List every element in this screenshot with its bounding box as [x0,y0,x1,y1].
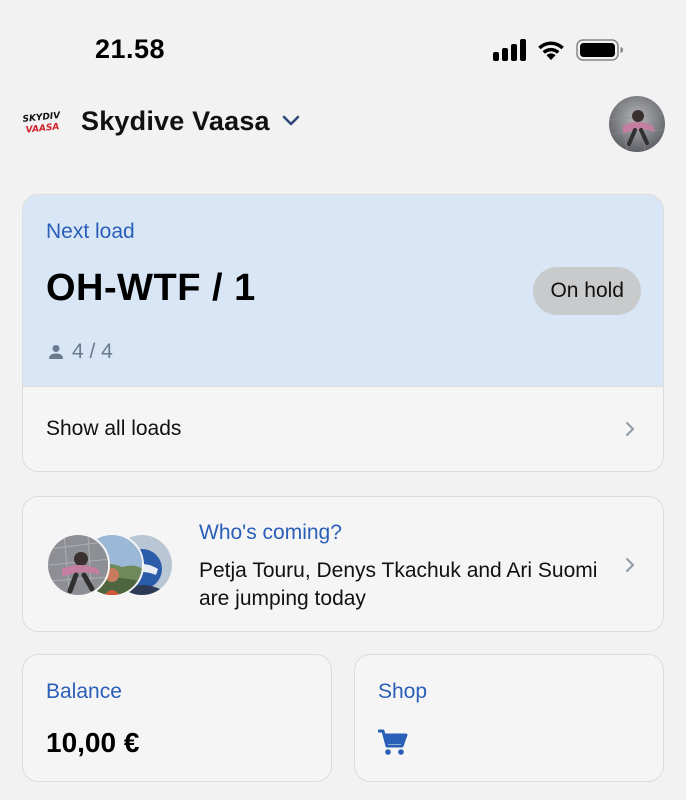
load-capacity: 4 / 4 [48,340,113,364]
chevron-right-icon [626,422,634,436]
next-load-card[interactable]: Next load OH-WTF / 1 On hold 4 / 4 Show … [22,194,664,472]
balance-label: Balance [46,680,122,703]
shop-label: Shop [378,680,428,703]
load-name: OH-WTF / 1 [46,267,256,309]
club-name[interactable]: Skydive Vaasa [81,106,270,137]
status-time: 21.58 [95,34,166,64]
shop-card[interactable]: Shop [354,654,664,782]
whos-coming-title: Who's coming? [199,521,342,544]
chevron-down-icon[interactable] [282,115,300,127]
person-icon [49,345,63,359]
whos-coming-text: Petja Touru, Denys Tkachuk and Ari Suomi… [199,559,598,610]
wifi-icon [538,41,564,60]
whos-coming-card[interactable]: Who's coming? Petja Touru, Denys Tkachuk… [22,496,664,632]
status-icons [493,38,624,62]
app-header: SKYDIVE VAASA Skydive Vaasa [0,96,686,156]
chevron-right-icon [626,558,634,572]
load-status-badge: On hold [533,267,641,315]
next-load-label: Next load [46,220,135,243]
show-all-loads-row[interactable]: Show all loads [23,386,663,471]
profile-avatar[interactable] [609,96,665,152]
next-load-header: Next load OH-WTF / 1 On hold 4 / 4 [23,195,663,386]
balance-card[interactable]: Balance 10,00 € [22,654,332,782]
jumper-avatars [46,533,176,597]
status-bar: 21.58 [0,0,686,100]
cellular-signal-icon [493,39,526,61]
battery-icon [576,39,623,61]
balance-value: 10,00 € [46,727,140,758]
avatar-petja-touru [46,533,110,597]
skydive-vaasa-logo[interactable]: SKYDIVE VAASA [22,109,60,135]
show-all-loads-label: Show all loads [46,417,182,440]
shopping-cart-icon [378,729,408,755]
capacity-text: 4 / 4 [72,340,113,363]
